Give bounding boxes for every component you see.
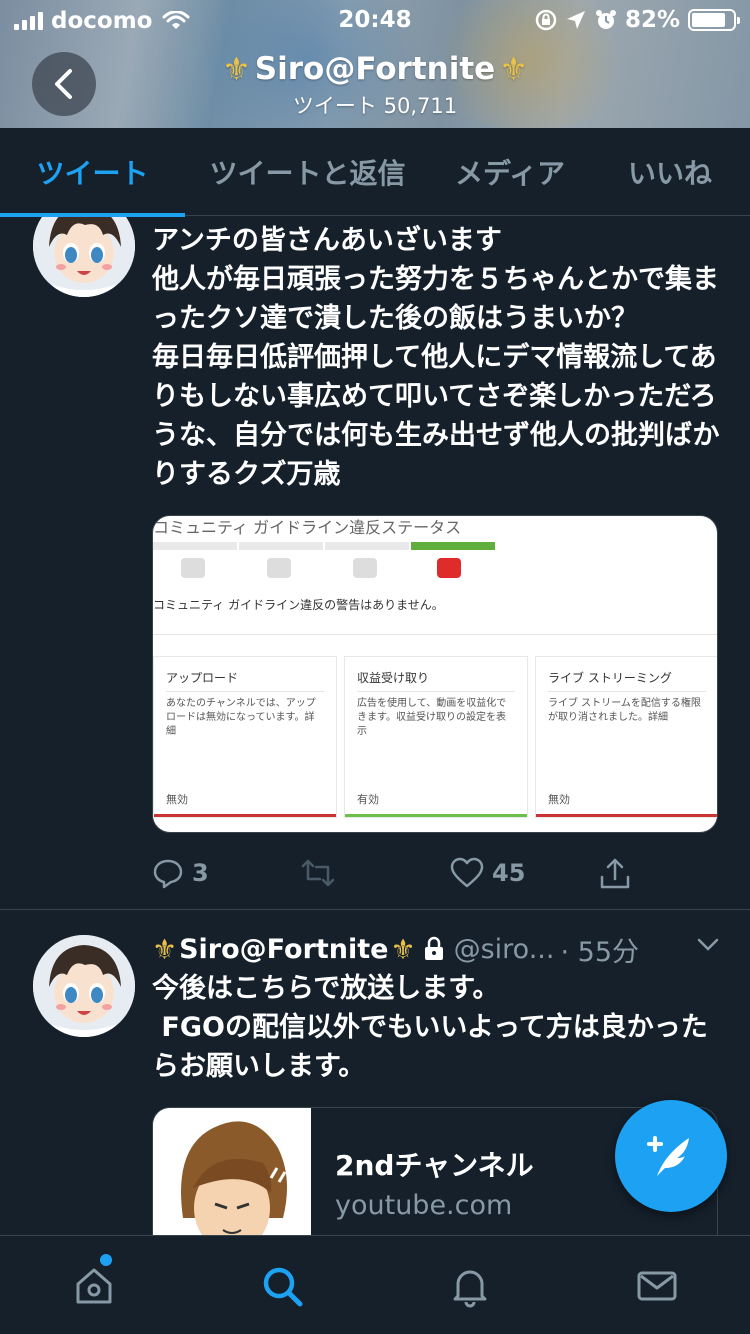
card-status: 無効 [548,793,570,806]
card-desc: ライブ ストリームを配信する権限が取り消されました。詳細 [548,698,701,723]
media-card-live-streaming: ライブ ストリーミング ライブ ストリームを配信する権限が取り消されました。詳細… [535,656,717,818]
smile-face-icon [437,558,461,578]
fleur-de-lis-icon: ⚜ [499,50,528,88]
twitter-profile-screen: docomo 20:48 82% ⚜ Siro@Fortnite ⚜ ツイート … [0,0,750,1334]
tweet-header: ⚜ Siro@Fortnite ⚜ @siro... · 55分 [152,929,732,969]
tweet-text: アンチの皆さんあいざいます 他人が毎日頑張った努力を５ちゃんとかで集まったクソ達… [152,225,720,490]
status-bar-segment [325,542,409,550]
neutral-face-icon [267,558,291,578]
bottom-navigation [0,1235,750,1334]
card-title: 収益受け取り [357,671,430,685]
battery-icon [688,9,740,31]
card-strip [154,814,336,817]
media-note: コミュニティ ガイドライン違反の警告はありません。 [153,598,444,612]
compose-tweet-button[interactable] [615,1100,727,1212]
lock-icon [424,936,443,960]
chevron-down-icon[interactable] [696,937,720,953]
avatar-image [33,935,135,1037]
media-heading: コミュニティ ガイドライン違反ステータス [153,518,462,537]
heart-icon [450,857,484,888]
like-button[interactable]: 45 [450,857,525,889]
card-status: 有効 [357,793,379,806]
card-rule [548,691,706,692]
avatar-image [33,217,135,297]
card-rule [357,691,515,692]
share-button[interactable] [598,857,632,891]
thumbnail-image [153,1108,311,1235]
tweet-divider [0,909,750,910]
rotation-lock-icon [535,9,557,31]
notification-dot [100,1254,112,1266]
battery-percent: 82% [624,7,680,33]
profile-header: docomo 20:48 82% ⚜ Siro@Fortnite ⚜ ツイート … [0,0,750,128]
fleur-de-lis-icon: ⚜ [152,932,178,966]
retweet-icon [301,859,335,887]
nav-home[interactable] [34,1236,154,1334]
card-title: ライブ ストリーミング [548,671,672,685]
nav-search[interactable] [222,1236,342,1334]
author-name-text: Siro@Fortnite [179,933,389,965]
avatar[interactable] [33,935,135,1037]
tab-tweets[interactable]: ツイート [0,128,185,217]
neutral-face-icon [353,558,377,578]
avatar[interactable] [33,217,135,297]
mail-icon [637,1271,677,1300]
nav-notifications[interactable] [410,1236,530,1334]
card-desc: あなたのチャンネルでは、アップロードは無効になっています。詳細 [166,698,316,737]
card-rule [166,691,324,692]
media-divider [153,634,717,635]
tab-likes[interactable]: いいね [590,128,750,216]
search-icon [263,1267,303,1306]
reply-icon [153,859,183,889]
status-right: 82% [535,7,740,33]
location-icon [566,11,585,29]
retweet-button[interactable] [300,857,336,889]
tweet-media-image[interactable]: コミュニティ ガイドライン違反ステータス コミュニティ ガイドライン違反の警告は… [152,515,718,833]
compose-quill-icon [647,1136,689,1176]
page-title: ⚜ Siro@Fortnite ⚜ [0,50,750,88]
tab-tweets-and-replies[interactable]: ツイートと返信 [185,128,430,216]
reply-button[interactable]: 3 [152,857,209,889]
card-title: アップロード [166,671,239,685]
link-domain: youtube.com [335,1190,513,1221]
header-title-group: ⚜ Siro@Fortnite ⚜ ツイート 50,711 [0,50,750,120]
bell-icon [453,1270,487,1307]
status-bar: docomo 20:48 82% [0,0,750,40]
author-handle[interactable]: @siro... [454,934,555,965]
sad-face-icon [181,558,205,578]
tweet-feed[interactable]: アンチの皆さんあいざいます 他人が毎日頑張った努力を５ちゃんとかで集まったクソ達… [0,217,750,1235]
link-thumbnail [153,1108,311,1235]
link-title: 2ndチャンネル [335,1149,534,1182]
share-icon [600,858,630,889]
profile-tabs: ツイート ツイートと返信 メディア いいね [0,128,750,217]
status-bar-segment [411,542,495,550]
status-bar-segment [239,542,323,550]
fleur-de-lis-icon: ⚜ [222,50,251,88]
tab-media[interactable]: メディア [430,128,590,216]
home-icon [76,1268,112,1303]
alarm-icon [595,10,616,29]
reply-count: 3 [192,859,209,887]
author-name[interactable]: ⚜ Siro@Fortnite ⚜ [152,933,416,966]
tweet-time: · 55分 [560,936,640,968]
card-strip [536,814,717,817]
tweet-text: 今後はこちらで放送します。 FGOの配信以外でもいいよって方は良かったらお願いし… [152,973,708,1082]
profile-name: Siro@Fortnite [254,51,496,87]
tweet-count: ツイート 50,711 [292,94,458,118]
card-status: 無効 [166,793,188,806]
media-card-monetization: 収益受け取り 広告を使用して、動画を収益化できます。収益受け取りの設定を表示 有… [344,656,528,818]
like-count: 45 [492,859,526,887]
fleur-de-lis-icon: ⚜ [390,932,416,966]
status-bar-segment [153,542,237,550]
media-card-upload: アップロード あなたのチャンネルでは、アップロードは無効になっています。詳細 無… [153,656,337,818]
tweet-actions: 3 45 [152,857,652,897]
card-desc: 広告を使用して、動画を収益化できます。収益受け取りの設定を表示 [357,698,507,737]
card-strip [345,814,527,817]
nav-messages[interactable] [597,1236,717,1334]
